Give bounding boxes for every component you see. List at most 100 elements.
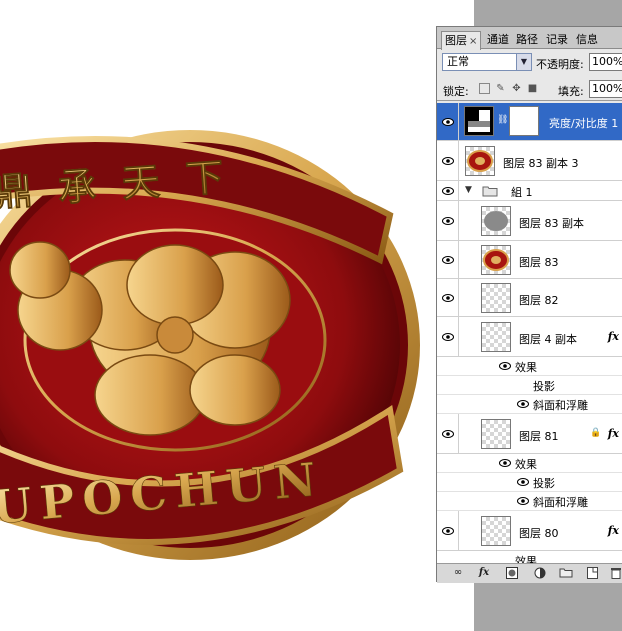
layer-name: 图层 83 副本 3	[503, 157, 579, 170]
lock-pixels-icon[interactable]: ✎	[495, 83, 506, 94]
layer-thumbnail	[481, 245, 511, 275]
link-icon[interactable]: ∞	[451, 567, 465, 579]
adjustment-icon[interactable]	[533, 567, 547, 579]
effect-bevel[interactable]: 斜面和浮雕	[437, 395, 622, 414]
layer-name: 亮度/对比度 1	[549, 117, 619, 130]
fx-icon[interactable]: fx	[608, 427, 619, 440]
lock-icon: 🔒	[590, 428, 602, 438]
layer-name: 图层 82	[519, 294, 559, 307]
tab-history[interactable]: 记录	[543, 31, 571, 49]
eye-icon	[442, 187, 454, 195]
adjustment-thumbnail	[464, 106, 494, 136]
folder-icon[interactable]	[559, 567, 573, 579]
layer-thumbnail	[481, 206, 511, 236]
layer-name: 組 1	[511, 186, 533, 199]
visibility-toggle[interactable]	[437, 181, 459, 200]
effects-row[interactable]: 效果	[437, 551, 622, 563]
fill-input[interactable]: 100%	[589, 80, 622, 98]
mask-thumbnail	[509, 106, 539, 136]
badge-artwork: 鼎承天下 UPOCHUN	[0, 130, 420, 560]
effect-name: 投影	[533, 477, 555, 490]
effects-label: 效果	[515, 458, 537, 471]
visibility-toggle[interactable]	[437, 201, 459, 240]
visibility-toggle[interactable]	[437, 141, 459, 180]
layer-thumbnail	[465, 146, 495, 176]
layer-name: 图层 83	[519, 256, 559, 269]
layers-panel: 图层 × 通道 路径 记录 信息 正常 ▼ 不透明度: 100% 锁定: ✎ ✥ …	[436, 26, 622, 583]
effect-drop-shadow[interactable]: 投影	[437, 473, 622, 492]
visibility-toggle[interactable]	[437, 414, 459, 453]
visibility-toggle[interactable]	[437, 279, 459, 316]
layer-name: 图层 4 副本	[519, 333, 577, 346]
lock-transparency-icon[interactable]	[479, 83, 490, 94]
layer-row-group-1[interactable]: ▼ 組 1	[437, 181, 622, 201]
eye-icon	[442, 430, 454, 438]
layer-row-brightness-contrast[interactable]: ⛓ 亮度/对比度 1	[437, 103, 622, 141]
lock-all-icon[interactable]: ■	[527, 83, 538, 94]
opacity-input[interactable]: 100%	[589, 53, 622, 71]
tab-layers[interactable]: 图层 ×	[441, 31, 482, 50]
chevron-down-icon[interactable]: ▼	[516, 54, 531, 70]
blend-mode-select[interactable]: 正常 ▼	[442, 53, 532, 71]
document-canvas[interactable]: 鼎承天下 UPOCHUN	[0, 0, 474, 631]
eye-icon	[442, 118, 454, 126]
new-layer-icon[interactable]	[585, 567, 599, 579]
layer-thumbnail	[481, 516, 511, 546]
eye-icon	[517, 497, 529, 505]
close-icon[interactable]: ×	[469, 36, 477, 47]
fx-icon[interactable]: fx	[608, 330, 619, 343]
effect-name: 斜面和浮雕	[533, 399, 588, 412]
link-icon: ⛓	[497, 115, 509, 125]
effect-bevel[interactable]: 斜面和浮雕	[437, 492, 622, 511]
tab-channels[interactable]: 通道	[484, 31, 512, 49]
layer-row-83[interactable]: 图层 83	[437, 241, 622, 279]
layer-row-80[interactable]: 图层 80 fx	[437, 511, 622, 551]
fx-icon[interactable]: fx	[477, 567, 491, 579]
layer-row-83-copy[interactable]: 图层 83 副本	[437, 201, 622, 241]
effects-row[interactable]: 效果	[437, 454, 622, 473]
trash-icon[interactable]	[609, 567, 622, 579]
visibility-toggle[interactable]	[437, 511, 459, 550]
visibility-toggle[interactable]	[437, 103, 459, 140]
layers-toolbar: ∞ fx	[437, 563, 622, 583]
blend-row: 正常 ▼ 不透明度: 100%	[437, 51, 622, 75]
effect-name: 斜面和浮雕	[533, 496, 588, 509]
eye-icon	[499, 459, 511, 467]
effects-label: 效果	[515, 361, 537, 374]
layer-name: 图层 81	[519, 430, 559, 443]
eye-icon	[442, 217, 454, 225]
layer-thumbnail	[481, 419, 511, 449]
layer-thumbnail	[481, 283, 511, 313]
eye-icon	[499, 362, 511, 370]
effects-label: 效果	[515, 555, 537, 563]
lock-row: 锁定: ✎ ✥ ■ 填充: 100%	[437, 79, 622, 101]
effects-row[interactable]: 效果	[437, 357, 622, 376]
layer-row-83-copy-3[interactable]: 图层 83 副本 3	[437, 141, 622, 181]
layer-row-82[interactable]: 图层 82	[437, 279, 622, 317]
chevron-down-icon[interactable]: ▼	[465, 185, 472, 195]
panel-tabs: 图层 × 通道 路径 记录 信息	[437, 27, 622, 50]
tab-info[interactable]: 信息	[573, 31, 601, 49]
visibility-toggle[interactable]	[437, 241, 459, 278]
eye-icon	[442, 527, 454, 535]
layers-list: ⛓ 亮度/对比度 1 图层 83 副本 3 ▼ 組 1 图层 83 副本 图层 …	[437, 103, 622, 563]
tab-paths[interactable]: 路径	[513, 31, 541, 49]
layer-row-4-copy[interactable]: 图层 4 副本 fx	[437, 317, 622, 357]
fx-icon[interactable]: fx	[608, 524, 619, 537]
layer-name: 图层 83 副本	[519, 217, 584, 230]
eye-icon	[517, 400, 529, 408]
visibility-toggle[interactable]	[437, 317, 459, 356]
lock-position-icon[interactable]: ✥	[511, 83, 522, 94]
effect-name: 投影	[533, 380, 555, 393]
effect-drop-shadow[interactable]: 投影	[437, 376, 622, 395]
eye-icon	[442, 333, 454, 341]
lock-label: 锁定:	[443, 85, 469, 98]
fill-label: 填充:	[558, 85, 584, 98]
folder-icon	[482, 186, 498, 197]
mask-icon[interactable]	[505, 567, 519, 579]
eye-icon	[442, 157, 454, 165]
eye-icon	[517, 478, 529, 486]
eye-icon	[442, 294, 454, 302]
layer-row-81[interactable]: 图层 81 🔒 fx	[437, 414, 622, 454]
layer-name: 图层 80	[519, 527, 559, 540]
